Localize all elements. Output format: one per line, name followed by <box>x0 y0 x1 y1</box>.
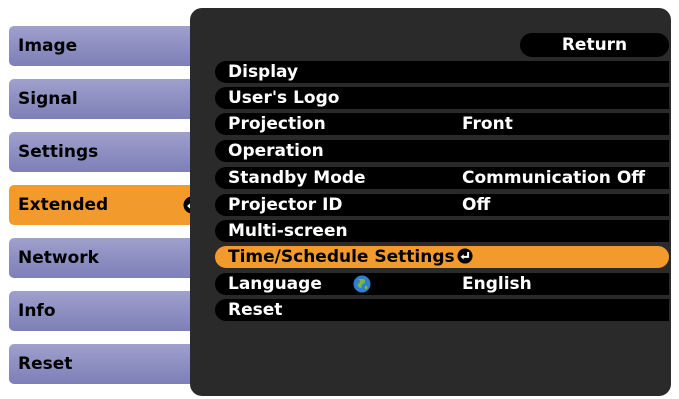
row-value: Off <box>462 195 491 215</box>
row-label: Operation <box>228 141 324 161</box>
row-value: Communication Off <box>462 168 646 188</box>
menu-tab-label: Network <box>18 248 99 268</box>
menu-tab-network[interactable]: Network <box>9 238 197 278</box>
submenu-row-display[interactable]: Display <box>215 61 669 83</box>
submenu-row-multi-screen[interactable]: Multi-screen <box>215 220 669 242</box>
row-label: Display <box>228 62 299 82</box>
row-label: Standby Mode <box>228 168 366 188</box>
submenu-row-standby-mode[interactable]: Standby Mode Communication Off <box>215 167 669 189</box>
submenu-row-projection[interactable]: Projection Front <box>215 113 669 135</box>
menu-tab-label: Image <box>18 36 78 56</box>
menu-tab-image[interactable]: Image <box>9 26 197 66</box>
submenu-row-operation[interactable]: Operation <box>215 140 669 162</box>
row-label: Language <box>228 274 322 294</box>
submenu-row-users-logo[interactable]: User's Logo <box>215 87 669 109</box>
left-menu: Image Signal Settings Extended Network I… <box>0 0 215 399</box>
row-label: Multi-screen <box>228 221 348 241</box>
globe-icon <box>353 275 371 293</box>
row-label: Projector ID <box>228 195 343 215</box>
menu-tab-label: Signal <box>18 89 78 109</box>
row-label: Projection <box>228 114 326 134</box>
menu-tab-label: Extended <box>18 195 109 215</box>
menu-tab-reset[interactable]: Reset <box>9 344 197 384</box>
submenu-row-language[interactable]: Language English <box>215 273 669 295</box>
menu-tab-settings[interactable]: Settings <box>9 132 197 172</box>
return-button[interactable]: Return <box>520 33 669 57</box>
enter-icon <box>457 248 473 264</box>
row-label: User's Logo <box>228 88 340 108</box>
row-label: Time/Schedule Settings <box>228 247 455 267</box>
menu-tab-label: Reset <box>18 354 73 374</box>
submenu-row-time-schedule-settings[interactable]: Time/Schedule Settings <box>215 246 669 268</box>
menu-tab-extended[interactable]: Extended <box>9 185 209 225</box>
submenu-row-projector-id[interactable]: Projector ID Off <box>215 194 669 216</box>
menu-tab-signal[interactable]: Signal <box>9 79 197 119</box>
menu-tab-info[interactable]: Info <box>9 291 197 331</box>
menu-tab-label: Settings <box>18 142 99 162</box>
row-value: English <box>462 274 532 294</box>
row-value: Front <box>462 114 513 134</box>
submenu-row-reset[interactable]: Reset <box>215 299 669 321</box>
row-label: Reset <box>228 300 283 320</box>
menu-tab-label: Info <box>18 301 56 321</box>
